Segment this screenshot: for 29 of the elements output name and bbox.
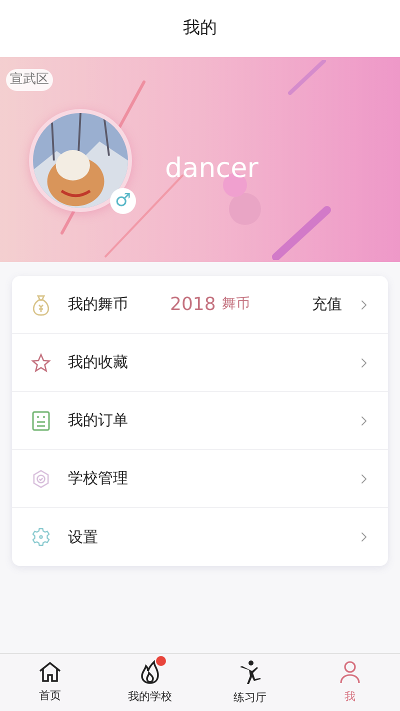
menu-label: 设置 xyxy=(68,526,98,548)
tab[interactable]: 我的学校 xyxy=(100,654,200,711)
home-icon xyxy=(38,660,62,683)
badge-check-icon xyxy=(31,468,51,488)
menu-item[interactable]: 学校管理 xyxy=(12,450,388,508)
menu-label: 我的收藏 xyxy=(68,352,128,374)
person-icon xyxy=(339,660,361,684)
recharge-link[interactable]: 充值 xyxy=(312,293,342,316)
dancer-icon xyxy=(238,658,262,685)
tab[interactable]: 练习厅 xyxy=(200,654,300,711)
money-bag-icon xyxy=(31,294,51,316)
menu-label: 我的订单 xyxy=(68,410,128,432)
menu-label: 我的舞币 xyxy=(68,294,128,316)
tab[interactable]: 首页 xyxy=(0,654,100,711)
document-icon xyxy=(32,410,50,430)
star-icon xyxy=(31,352,51,372)
page-title: 我的 xyxy=(183,16,217,40)
coin-amount: 2018 xyxy=(170,293,216,317)
menu-item[interactable]: 我的收藏 xyxy=(12,334,388,392)
flame-icon xyxy=(139,660,161,684)
gender-symbol: ♂ xyxy=(114,192,132,210)
coin-unit: 舞币 xyxy=(222,295,250,314)
district-tag: 宣武区 xyxy=(6,69,53,90)
menu-item[interactable]: 我的订单 xyxy=(12,392,388,450)
settings-icon xyxy=(31,527,51,547)
menu-item[interactable]: 我的舞币 2018 舞币 充值 xyxy=(12,276,388,334)
username: dancer xyxy=(165,152,258,186)
menu-item[interactable]: 设置 xyxy=(12,508,388,566)
menu-label: 学校管理 xyxy=(68,468,128,490)
